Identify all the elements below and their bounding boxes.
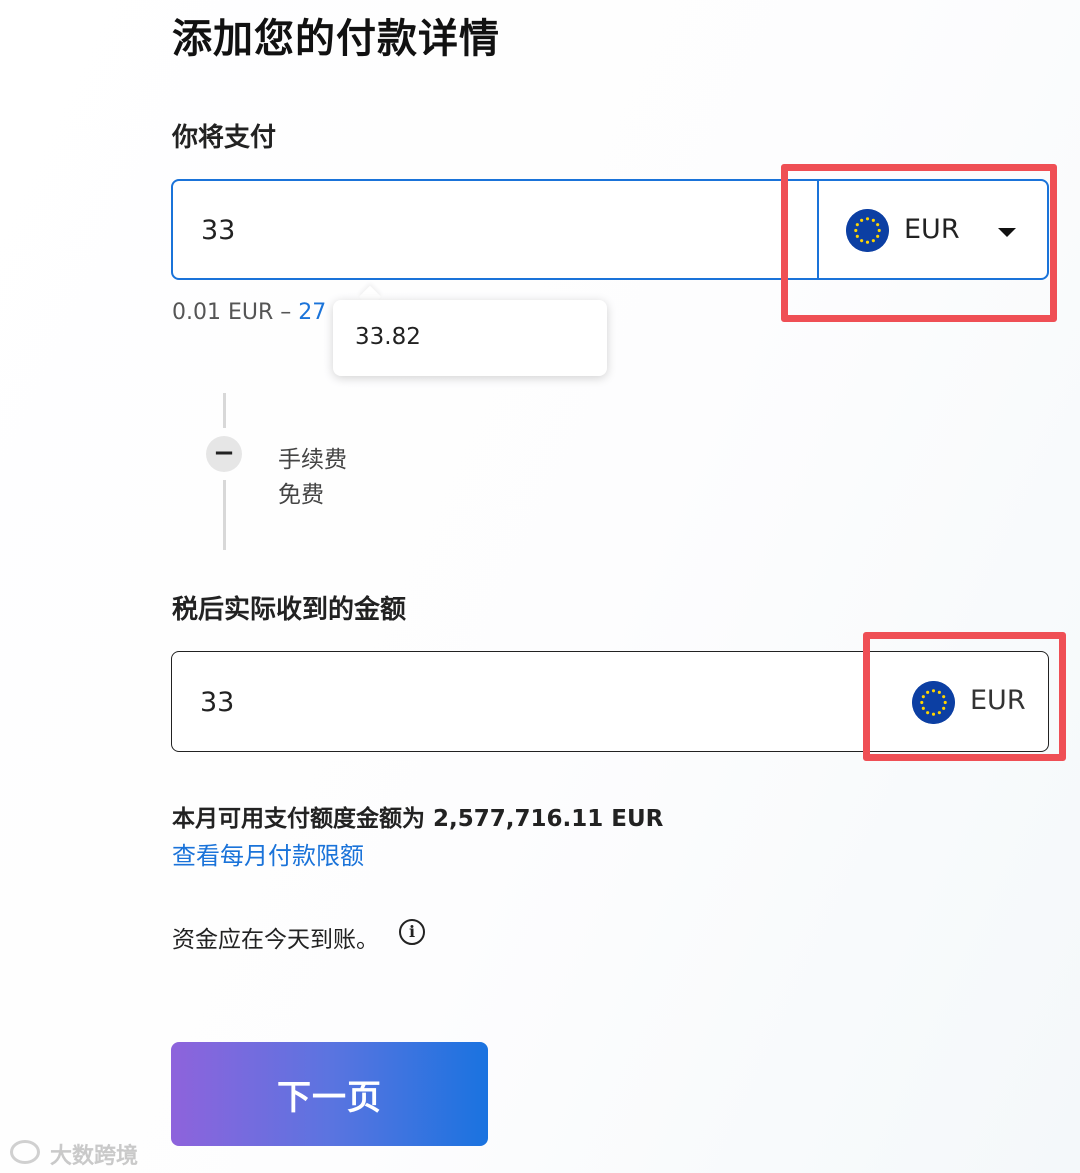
amount-tooltip: 33.82 [333, 300, 607, 376]
minus-icon: − [206, 436, 242, 472]
receive-amount-input[interactable] [198, 652, 762, 753]
pay-amount-input[interactable] [199, 181, 763, 280]
fee-label: 手续费 [278, 447, 347, 473]
arrival-text: 资金应在今天到账。 [172, 927, 379, 953]
tooltip-value: 33.82 [355, 324, 421, 350]
timeline-line-bottom [223, 480, 226, 550]
info-icon[interactable]: i [399, 919, 425, 945]
receive-label: 税后实际收到的金额 [172, 595, 407, 625]
pay-range-max: 27 [298, 300, 327, 325]
timeline-line-top [223, 393, 226, 428]
next-page-button[interactable]: 下一页 [171, 1042, 488, 1146]
watermark-logo-icon [10, 1140, 40, 1164]
pay-range-min: 0.01 EUR – [172, 300, 292, 325]
watermark: 大数跨境 [50, 1144, 139, 1169]
fee-value: 免费 [278, 482, 324, 508]
pay-label: 你将支付 [172, 123, 277, 153]
pay-range: 0.01 EUR – 27 [172, 300, 326, 325]
monthly-limit-text: 本月可用支付额度金额为 2,577,716.11 EUR [172, 806, 664, 832]
highlight-box-receive-currency [863, 632, 1066, 761]
highlight-box-pay-currency [781, 164, 1057, 322]
monthly-limit-link[interactable]: 查看每月付款限额 [172, 836, 364, 871]
page-title: 添加您的付款详情 [172, 16, 500, 62]
